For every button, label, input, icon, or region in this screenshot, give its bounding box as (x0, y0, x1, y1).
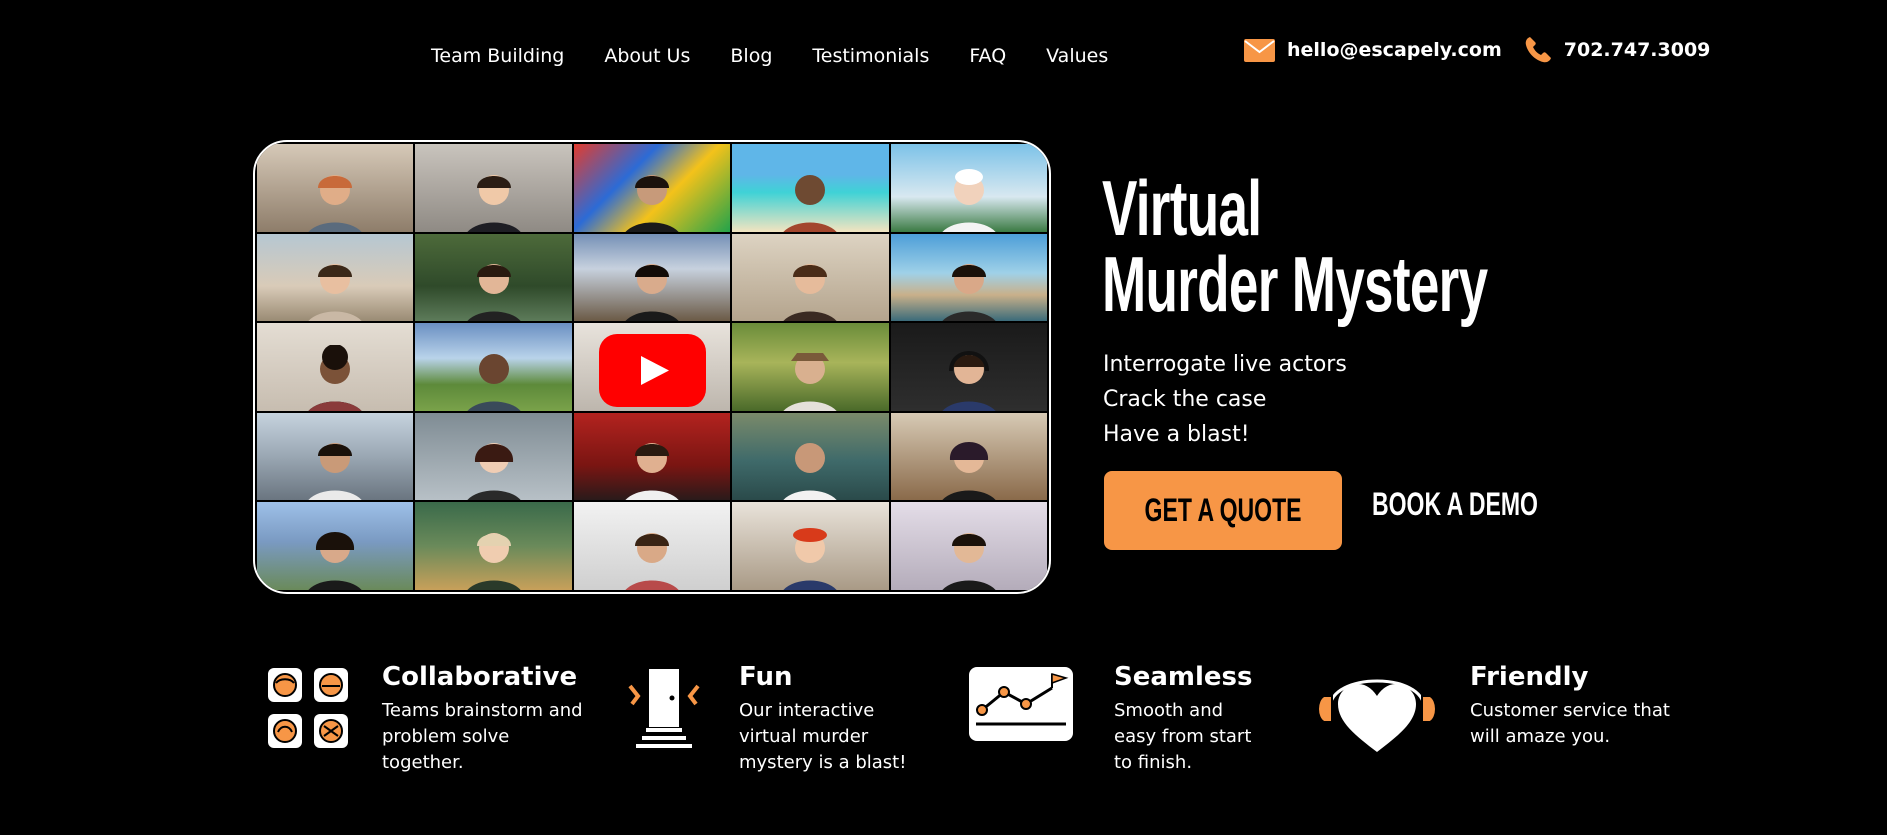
participant-tile (257, 144, 414, 232)
participant-tile (415, 233, 572, 322)
participant-tile (573, 412, 731, 501)
feature-line: mystery is a blast! (739, 752, 907, 773)
nav-faq[interactable]: FAQ (969, 44, 1006, 68)
feature-line: Smooth and (1114, 700, 1224, 721)
feature-line: Our interactive (739, 700, 875, 721)
participant-tile (890, 502, 1047, 590)
team-faces-icon (268, 668, 348, 748)
feature-text: Fun Our interactive virtual murder myste… (739, 660, 906, 776)
feature-line: will amaze you. (1470, 726, 1611, 747)
door-icon (628, 667, 700, 748)
participant-tile (257, 412, 414, 501)
participant-tile (890, 144, 1047, 232)
hero-title-line-1: Virtual (1102, 164, 1262, 252)
feature-description: Smooth and easy from start to finish. (1114, 698, 1253, 776)
video-player[interactable] (253, 140, 1051, 594)
feature-title: Seamless (1114, 662, 1253, 692)
feature-line: problem solve (382, 726, 510, 747)
nav-about-us[interactable]: About Us (604, 44, 690, 68)
participant-tile (732, 144, 889, 232)
feature-description: Teams brainstorm and problem solve toget… (382, 698, 583, 776)
feature-title: Collaborative (382, 662, 578, 692)
participant-tile (732, 233, 889, 322)
book-a-demo-button[interactable]: BOOK A DEMO (1372, 486, 1538, 523)
get-a-quote-button[interactable]: GET A QUOTE (1104, 471, 1342, 550)
tagline: Crack the case (1103, 387, 1267, 412)
book-a-demo-label: BOOK A DEMO (1372, 486, 1538, 522)
participant-tile (257, 502, 414, 590)
mail-icon (1244, 38, 1275, 62)
participant-tile (732, 502, 889, 590)
contact-bar: hello@escapely.com 702.747.3009 (1244, 36, 1710, 64)
participant-tile (890, 412, 1047, 501)
feature-title: Friendly (1470, 662, 1589, 692)
feature-title: Fun (739, 662, 793, 692)
email-text: hello@escapely.com (1287, 39, 1502, 61)
participant-tile (890, 233, 1047, 322)
participant-tile (257, 233, 414, 322)
phone-icon (1525, 37, 1551, 63)
feature-line: Customer service that (1470, 700, 1670, 721)
feature-text: Friendly Customer service that will amaz… (1470, 660, 1670, 750)
feature-text: Collaborative Teams brainstorm and probl… (382, 660, 583, 776)
phone-text: 702.747.3009 (1563, 39, 1711, 61)
main-nav: Team Building About Us Blog Testimonials… (431, 44, 1108, 68)
feature-line: easy from start (1114, 726, 1252, 747)
participant-tile (257, 323, 414, 411)
feature-line: together. (382, 752, 464, 773)
nav-values[interactable]: Values (1046, 44, 1108, 68)
heart-headset-icon (1317, 679, 1437, 752)
participant-tile (573, 233, 731, 322)
nav-blog[interactable]: Blog (730, 44, 772, 68)
participant-tile (415, 502, 572, 590)
youtube-play-icon[interactable] (599, 334, 706, 407)
tagline: Have a blast! (1103, 422, 1250, 447)
feature-line: virtual murder (739, 726, 869, 747)
nav-testimonials[interactable]: Testimonials (812, 44, 929, 68)
feature-description: Customer service that will amaze you. (1470, 698, 1670, 750)
feature-text: Seamless Smooth and easy from start to f… (1114, 660, 1253, 776)
participant-tile (415, 144, 572, 232)
feature-description: Our interactive virtual murder mystery i… (739, 698, 906, 776)
hero-taglines: Interrogate live actors Crack the case H… (1103, 347, 1347, 452)
participant-tile (890, 323, 1047, 411)
participant-tile (732, 323, 889, 411)
feature-line: Teams brainstorm and (382, 700, 583, 721)
get-a-quote-label: GET A QUOTE (1144, 492, 1302, 528)
progress-chart-icon (969, 667, 1073, 741)
hero-title-line-2: Murder Mystery (1102, 240, 1488, 328)
participant-tile (573, 502, 731, 590)
participant-tile (732, 412, 889, 501)
participant-tile (573, 144, 731, 232)
participant-tile (415, 323, 572, 411)
feature-line: to finish. (1114, 752, 1193, 773)
contact-phone[interactable]: 702.747.3009 (1524, 36, 1711, 64)
nav-team-building[interactable]: Team Building (431, 44, 564, 68)
participant-tile (415, 412, 572, 501)
hero-title: Virtual Murder Mystery (1102, 164, 1488, 328)
contact-email[interactable]: hello@escapely.com (1244, 38, 1502, 62)
tagline: Interrogate live actors (1103, 352, 1347, 377)
